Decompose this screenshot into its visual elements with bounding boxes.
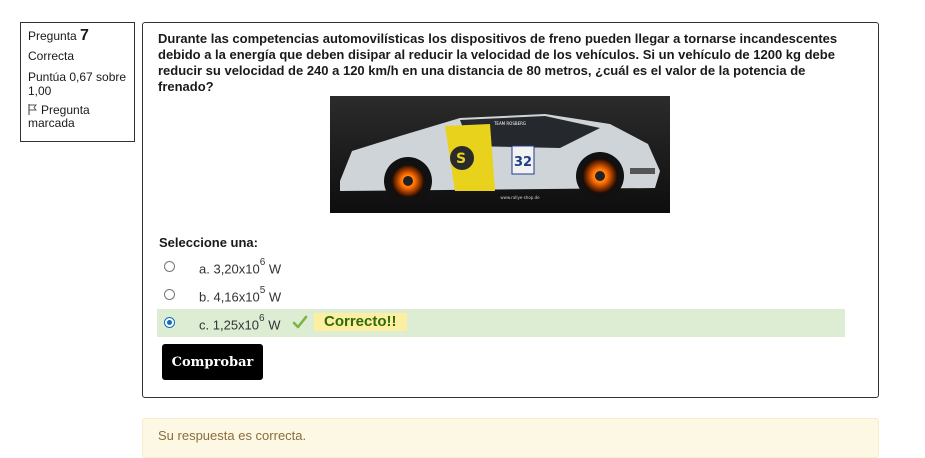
- answer-a-radio[interactable]: [164, 261, 175, 272]
- answer-b-letter: b.: [199, 289, 210, 305]
- answer-b-unit: W: [268, 289, 282, 305]
- question-text: Durante las competencias automovilística…: [158, 31, 838, 94]
- flag-label: Pregunta marcada: [28, 103, 90, 130]
- answer-c-exponent: 6: [259, 313, 265, 324]
- answer-a-value: 3,20x10: [213, 261, 260, 277]
- question-content: Durante las competencias automovilística…: [142, 22, 879, 398]
- question-number-label: Pregunta 7: [28, 27, 127, 44]
- checkmark-icon: [292, 314, 308, 333]
- answer-c-label: c. 1,25x106 W: [199, 313, 281, 333]
- answer-c-value: 1,25x10: [212, 317, 260, 333]
- answer-b-label: b. 4,16x105 W: [199, 285, 282, 305]
- car-sponsor: www.rallye-shop.de: [500, 195, 540, 200]
- answer-prompt: Seleccione una:: [159, 235, 258, 250]
- question-state: Correcta: [28, 49, 75, 63]
- race-car-image: S 32 www.rallye-shop.de TEAM ROSBERG: [330, 96, 670, 213]
- answer-b-value: 4,16x10: [213, 289, 260, 305]
- check-button[interactable]: Comprobar: [162, 344, 263, 380]
- question-info-panel: Pregunta 7 Correcta Puntúa 0,67 sobre 1,…: [20, 22, 135, 142]
- question-number: 7: [80, 27, 89, 44]
- answer-a-label: a. 3,20x106 W: [199, 257, 282, 277]
- flag-question-toggle[interactable]: Pregunta marcada: [28, 104, 127, 129]
- answer-feedback: Correcto!!: [314, 313, 407, 331]
- answer-b-radio[interactable]: [164, 289, 175, 300]
- answer-c-letter: c.: [199, 317, 210, 333]
- car-team: TEAM ROSBERG: [493, 121, 526, 126]
- outcome-text: Su respuesta es correcta.: [158, 428, 307, 443]
- svg-text:S: S: [456, 151, 466, 167]
- answer-option-a[interactable]: a. 3,20x106 W: [157, 253, 845, 281]
- car-number: 32: [514, 155, 532, 170]
- answer-b-exponent: 5: [259, 285, 266, 296]
- answer-option-b[interactable]: b. 4,16x105 W: [157, 281, 845, 309]
- answer-option-c[interactable]: c. 1,25x106 W Correcto!!: [157, 309, 845, 337]
- answer-a-exponent: 6: [259, 257, 266, 268]
- answer-c-radio[interactable]: [164, 317, 175, 328]
- answer-c-unit: W: [268, 317, 281, 333]
- answer-a-unit: W: [268, 261, 282, 277]
- question-grade: Puntúa 0,67 sobre 1,00: [28, 70, 127, 98]
- outcome-panel: Su respuesta es correcta.: [142, 418, 879, 458]
- question-label-text: Pregunta: [28, 29, 77, 43]
- answer-a-letter: a.: [199, 261, 210, 277]
